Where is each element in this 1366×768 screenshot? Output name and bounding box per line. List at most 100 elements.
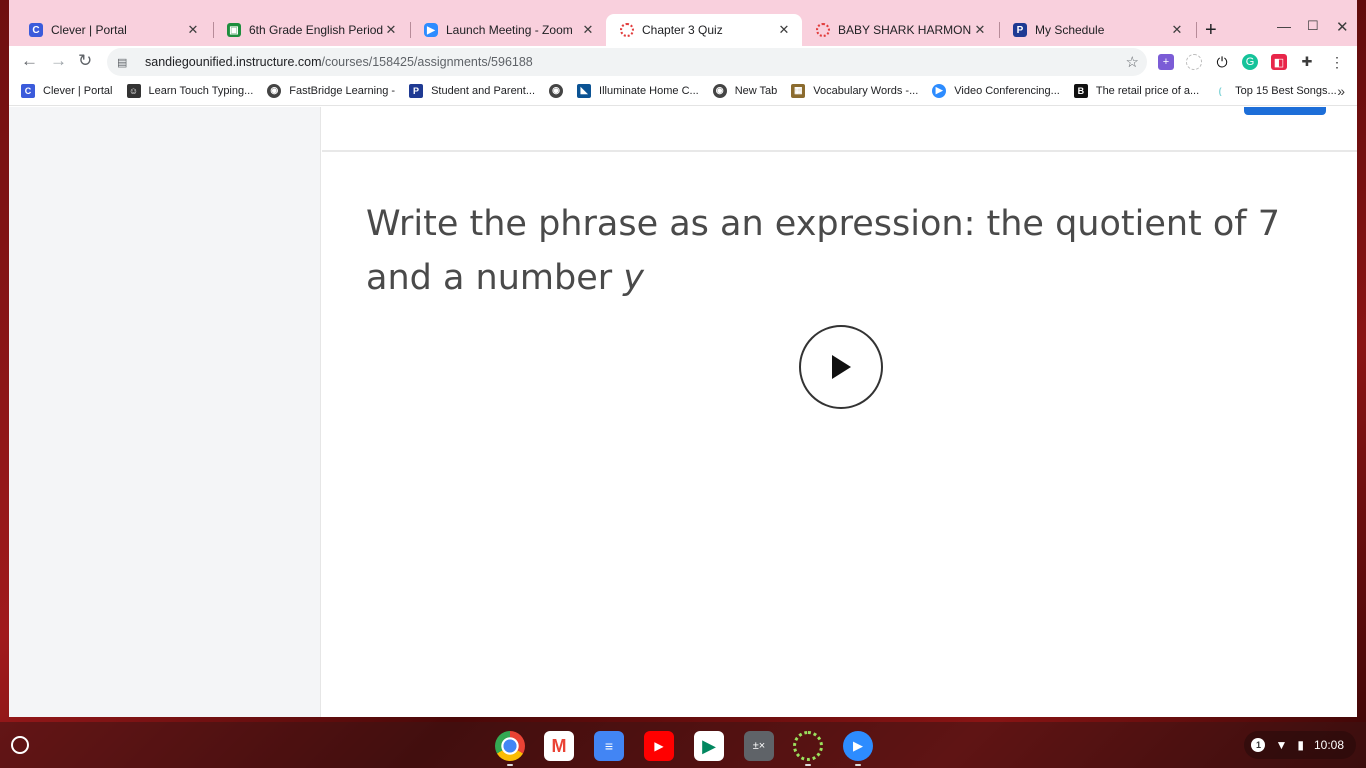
tab-clever[interactable]: C Clever | Portal ✕ — [15, 14, 211, 46]
power-icon[interactable]: ⏻ — [1214, 54, 1230, 70]
bookmark-fastbridge[interactable]: ◉ FastBridge Learning - — [267, 83, 396, 98]
tab-title: Launch Meeting - Zoom — [446, 23, 573, 37]
clever-icon: C — [29, 23, 43, 37]
close-icon[interactable]: ✕ — [580, 22, 596, 38]
globe-icon: ◉ — [267, 83, 282, 98]
left-sidebar — [9, 107, 321, 717]
tab-english[interactable]: ▣ 6th Grade English Period 4 ✕ — [213, 14, 409, 46]
bookmark-label: Learn Touch Typing... — [148, 84, 254, 97]
running-indicator — [855, 764, 861, 766]
play-store-icon[interactable]: ▶ — [694, 731, 724, 761]
close-icon[interactable]: ✕ — [1169, 22, 1185, 38]
clever-icon: C — [21, 83, 35, 98]
site-info-icon[interactable]: ▤ — [117, 56, 131, 69]
tab-title: 6th Grade English Period 4 — [249, 23, 383, 37]
portal-icon: P — [409, 83, 424, 98]
tab-separator — [1196, 22, 1197, 38]
bookmark-label: Clever | Portal — [43, 84, 113, 97]
tab-strip: C Clever | Portal ✕ ▣ 6th Grade English … — [9, 0, 1357, 46]
close-icon[interactable]: ✕ — [972, 22, 988, 38]
running-indicator — [507, 764, 513, 766]
bookmark-video-conferencing[interactable]: ▶ Video Conferencing... — [932, 83, 1060, 98]
running-indicator — [805, 764, 811, 766]
close-icon[interactable]: ✕ — [383, 22, 399, 38]
canvas-icon — [816, 23, 830, 37]
docs-icon[interactable]: ≡ — [594, 731, 624, 761]
brainly-icon: B — [1073, 83, 1088, 98]
bookmark-typing[interactable]: ☺ Learn Touch Typing... — [126, 83, 254, 98]
play-audio-button[interactable] — [799, 325, 883, 409]
canvas-icon — [620, 23, 634, 37]
zoom-app-icon[interactable]: ▶ — [843, 731, 873, 761]
new-tab-button[interactable]: + — [1205, 19, 1217, 42]
tab-chapter-3-quiz[interactable]: Chapter 3 Quiz ✕ — [606, 14, 802, 46]
tab-baby-shark[interactable]: BABY SHARK HARMONIZATIO ✕ — [802, 14, 998, 46]
zoom-icon: ▶ — [424, 23, 438, 37]
close-icon[interactable]: ✕ — [185, 22, 201, 38]
menu-kebab-icon[interactable]: ⋮ — [1329, 54, 1345, 70]
clock: 10:08 — [1313, 738, 1344, 752]
tab-title: BABY SHARK HARMONIZATIO — [838, 23, 972, 37]
google-classroom-icon: ▣ — [227, 23, 241, 37]
forward-icon[interactable]: → — [50, 51, 67, 71]
bookmark-label: FastBridge Learning - — [289, 84, 396, 97]
os-shelf: M ≡ ▶ ▶ ±× ▶ 1 ▼ ▮ 10:08 — [0, 722, 1366, 768]
bookmark-label: The retail price of a... — [1095, 84, 1200, 97]
extension-icon[interactable]: + — [1158, 54, 1174, 70]
bookmarks-bar: C Clever | Portal ☺ Learn Touch Typing... … — [9, 76, 1357, 106]
grammarly-icon[interactable]: G — [1242, 54, 1258, 70]
bookmark-clever[interactable]: C Clever | Portal — [21, 83, 113, 98]
bookmark-vocabulary[interactable]: ▦ Vocabulary Words -... — [791, 83, 919, 98]
extension-loading-icon[interactable] — [1186, 54, 1202, 70]
bookmark-retail-price[interactable]: B The retail price of a... — [1073, 83, 1200, 98]
tab-zoom[interactable]: ▶ Launch Meeting - Zoom ✕ — [410, 14, 606, 46]
gmail-icon[interactable]: M — [544, 731, 574, 761]
question-body: Write the phrase as an expression: the q… — [366, 204, 1281, 298]
globe-icon: ◉ — [712, 83, 727, 98]
back-icon[interactable]: ← — [21, 51, 38, 71]
launcher-icon[interactable] — [11, 736, 29, 754]
bookmark-top-songs[interactable]: (Top 15 Best Songs... — [1213, 83, 1337, 98]
tab-my-schedule[interactable]: P My Schedule ✕ — [999, 14, 1195, 46]
youtube-icon[interactable]: ▶ — [644, 731, 674, 761]
wifi-icon: ▼ — [1275, 738, 1288, 752]
calculator-icon[interactable]: ±× — [744, 731, 774, 761]
bookmark-illuminate[interactable]: ◣ Illuminate Home C... — [577, 83, 699, 98]
browser-window: C Clever | Portal ✕ ▣ 6th Grade English … — [9, 0, 1357, 717]
close-window-icon[interactable]: ✕ — [1336, 18, 1349, 36]
question-variable: y — [623, 258, 644, 298]
battery-icon: ▮ — [1297, 738, 1304, 752]
reload-icon[interactable]: ↻ — [78, 51, 92, 71]
schedule-icon: P — [1013, 23, 1027, 37]
illuminate-icon: ◣ — [577, 83, 592, 98]
extension-red-icon[interactable]: ◧ — [1271, 54, 1287, 70]
bookmark-globe[interactable]: ◉ — [549, 83, 564, 98]
minimize-icon[interactable]: — — [1277, 18, 1291, 34]
quiz-header — [322, 107, 1357, 152]
quiz-main: Write the phrase as an expression: the q… — [322, 107, 1357, 717]
bookmark-label: New Tab — [734, 84, 778, 97]
status-tray[interactable]: 1 ▼ ▮ 10:08 — [1244, 731, 1356, 759]
bookmark-label: Vocabulary Words -... — [813, 84, 919, 97]
address-host: sandiegounified.instructure.com — [145, 55, 322, 69]
more-bookmarks-icon[interactable]: » — [1337, 83, 1345, 99]
zoom-icon: ▶ — [932, 83, 947, 98]
bookmark-new-tab[interactable]: ◉ New Tab — [712, 83, 778, 98]
bookmark-label: Top 15 Best Songs... — [1235, 84, 1337, 97]
bookmark-star-icon[interactable]: ☆ — [1126, 53, 1139, 71]
extensions-puzzle-icon[interactable]: ✚ — [1299, 54, 1315, 70]
browser-toolbar: ← → ↻ ▤ sandiegounified.instructure.com /… — [9, 46, 1357, 76]
vocabulary-icon: ▦ — [791, 83, 806, 98]
bookmark-label: Student and Parent... — [431, 84, 536, 97]
header-button[interactable] — [1244, 107, 1326, 115]
globe-icon: ◉ — [549, 83, 564, 98]
address-bar[interactable]: ▤ sandiegounified.instructure.com/course… — [107, 48, 1147, 76]
close-icon[interactable]: ✕ — [776, 22, 792, 38]
bookmark-label: Video Conferencing... — [954, 84, 1060, 97]
maximize-icon[interactable]: ☐ — [1307, 18, 1319, 34]
bookmark-label: Illuminate Home C... — [599, 84, 699, 97]
chrome-icon[interactable] — [495, 731, 525, 761]
page-content: Write the phrase as an expression: the q… — [9, 107, 1357, 717]
bookmark-student-parent[interactable]: P Student and Parent... — [409, 83, 536, 98]
canvas-app-icon[interactable] — [793, 731, 823, 761]
